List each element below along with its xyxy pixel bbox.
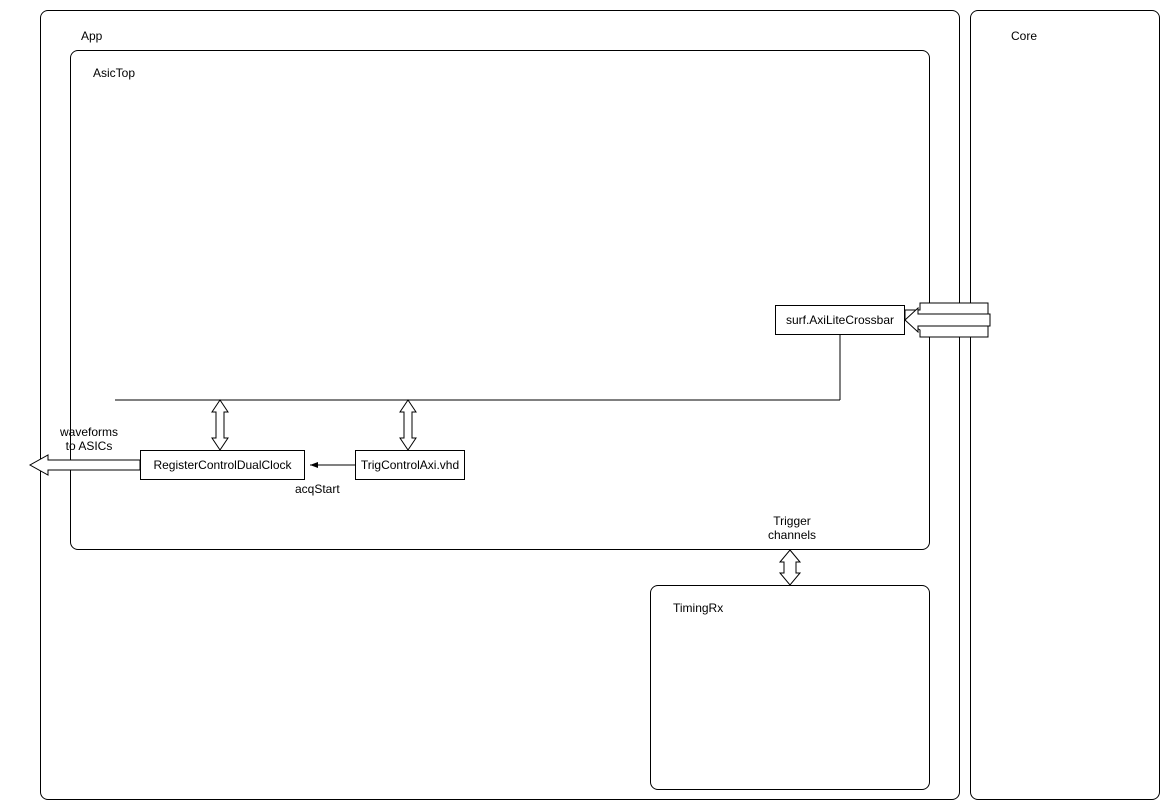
label-timingrx: TimingRx: [673, 601, 723, 615]
text-trigctrl: TrigControlAxi.vhd: [361, 458, 459, 472]
block-trigctrl: TrigControlAxi.vhd: [355, 450, 465, 480]
label-core: Core: [1011, 29, 1037, 43]
block-axilite: surf.AxiLiteCrossbar: [775, 305, 905, 335]
label-asictop: AsicTop: [93, 66, 135, 80]
text-axilite: surf.AxiLiteCrossbar: [786, 313, 894, 327]
container-timingrx: TimingRx: [650, 585, 930, 790]
text-regctrl: RegisterControlDualClock: [153, 458, 291, 472]
block-regctrl: RegisterControlDualClock: [140, 450, 305, 480]
label-trigger: Trigger channels: [768, 514, 816, 542]
label-waveforms: waveforms to ASICs: [60, 425, 118, 453]
container-core: Core: [970, 10, 1160, 800]
label-acqstart: acqStart: [295, 482, 340, 496]
label-app: App: [81, 29, 102, 43]
